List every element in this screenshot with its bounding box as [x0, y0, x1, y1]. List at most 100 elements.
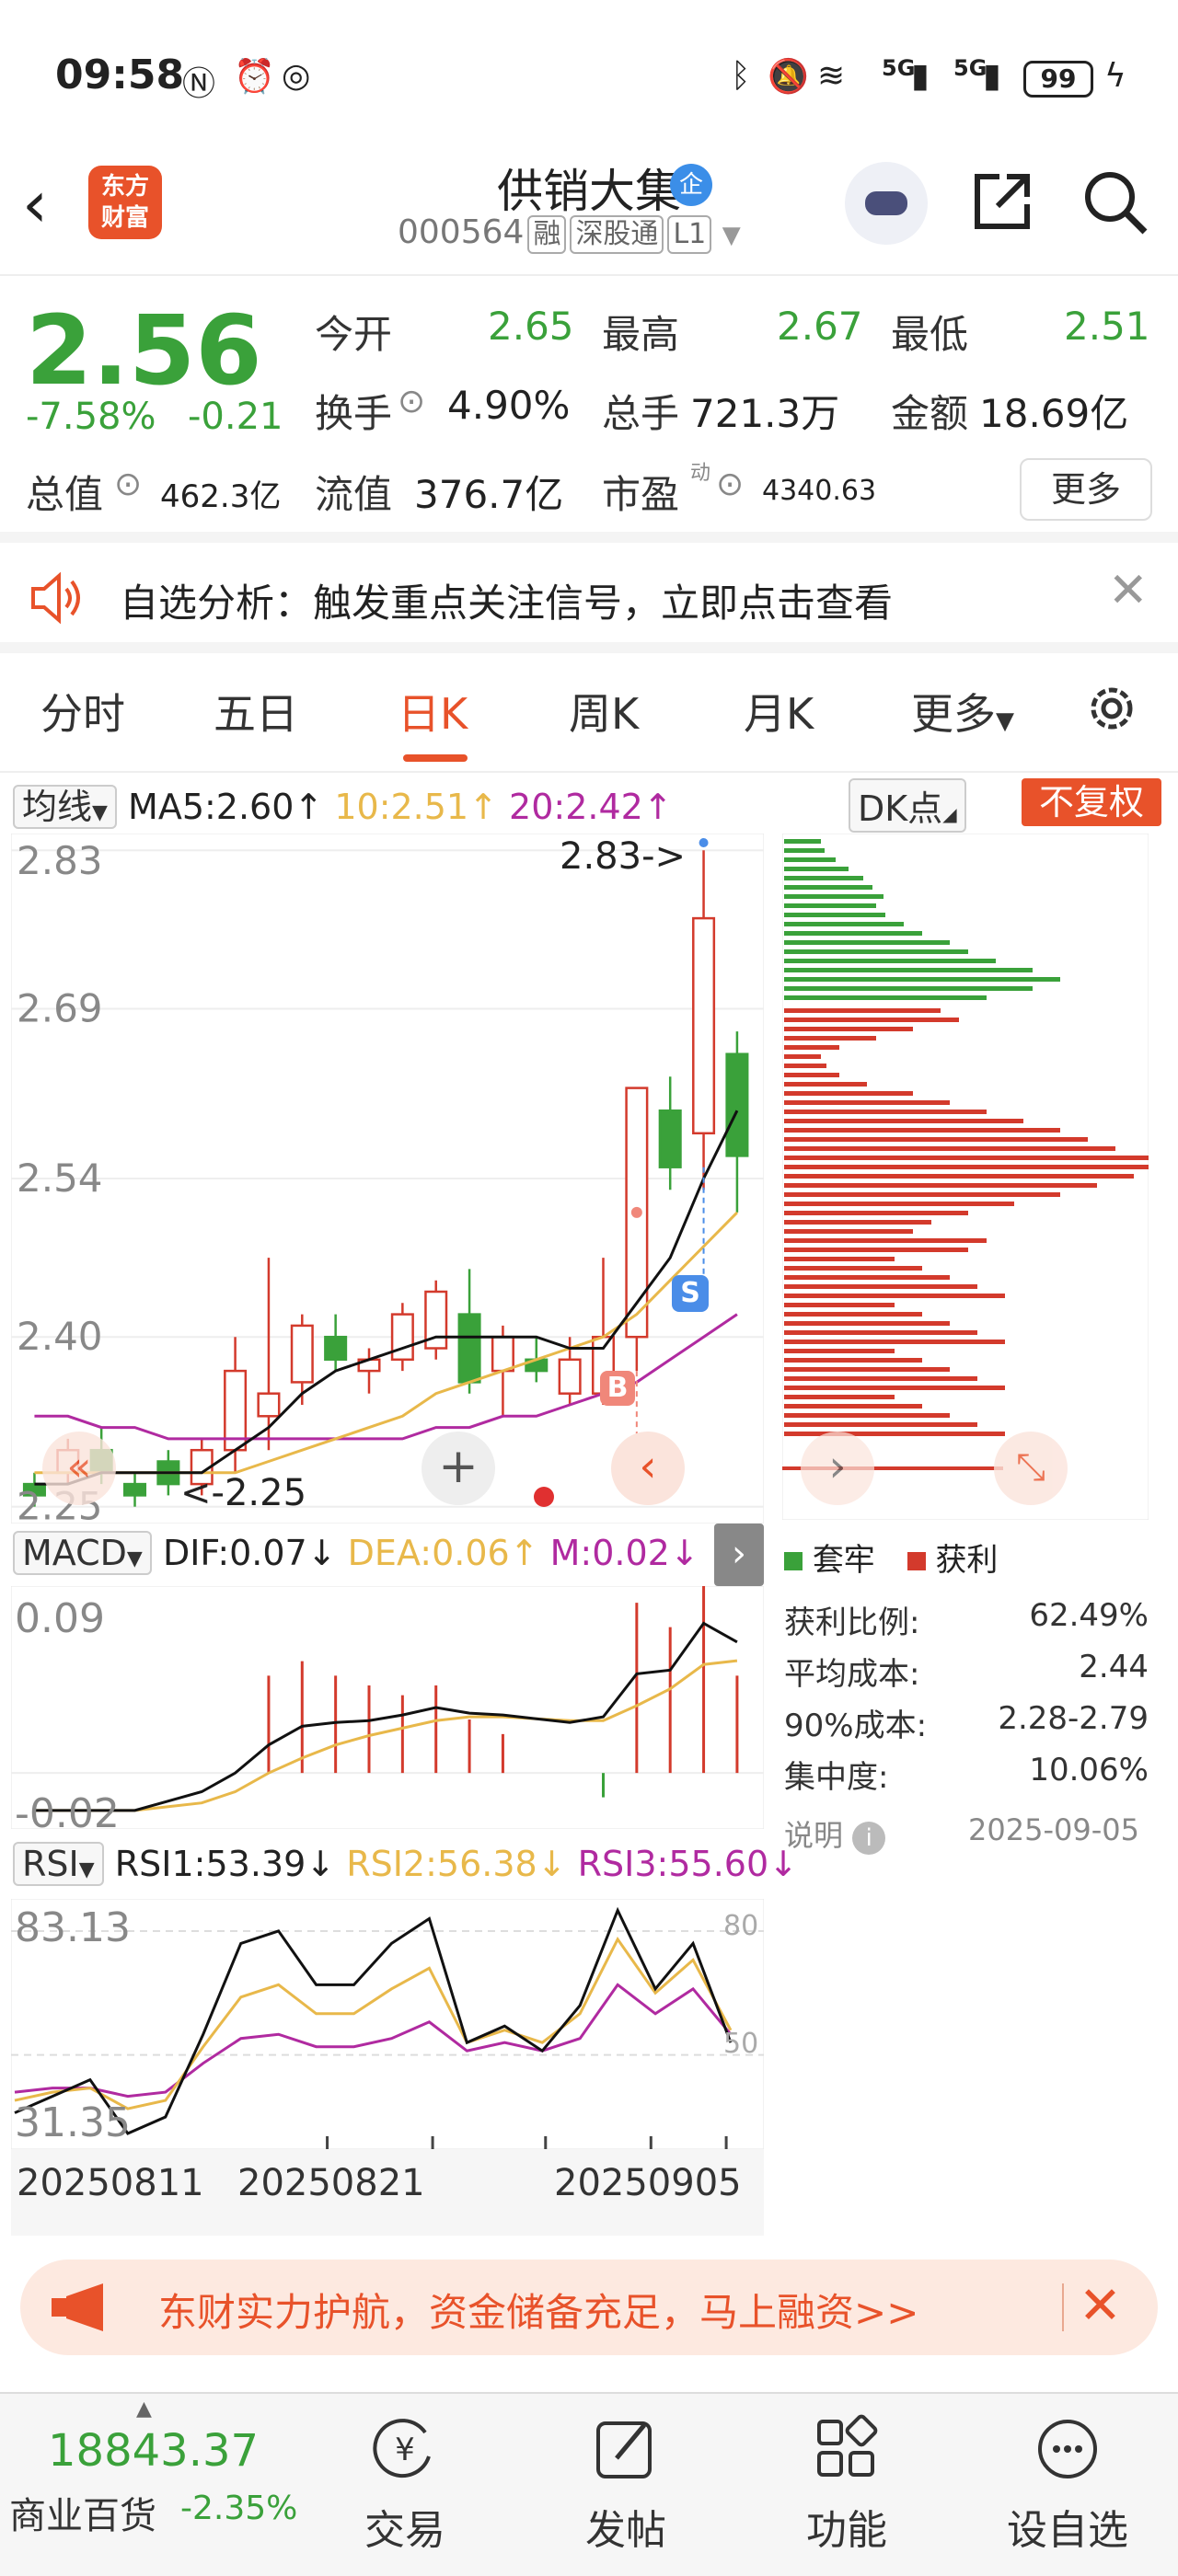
nav-functions[interactable]: 功能	[782, 2412, 911, 2556]
open-value: 2.65	[488, 304, 574, 349]
rsi-ref-50: 50	[723, 2028, 759, 2060]
assistant-robot-icon[interactable]	[845, 162, 928, 245]
adjust-toggle-button[interactable]: 不复权	[1022, 778, 1161, 826]
signal-5g-2: 5G	[953, 55, 987, 81]
info-icon[interactable]: ⊙	[398, 383, 425, 420]
zoom-in-icon[interactable]: +	[422, 1432, 495, 1505]
close-icon[interactable]: ✕	[1108, 563, 1149, 618]
sector-index-value[interactable]: 18843.37	[48, 2425, 259, 2477]
chevron-down-icon: ◢	[942, 803, 957, 825]
candle-down	[725, 1052, 749, 1157]
chip-bar-profit	[784, 1340, 1005, 1344]
trade-yen-icon: ¥	[373, 2419, 431, 2478]
tab-more[interactable]: 更多▼	[911, 681, 1014, 742]
ma-select[interactable]: 均线▼	[13, 785, 117, 829]
signal-icon: ▮	[911, 57, 930, 95]
sell-signal-badge[interactable]: S	[672, 1275, 709, 1312]
analysis-notice[interactable]: 自选分析：触发重点关注信号，立即点击查看 ✕	[0, 543, 1178, 653]
chip-bar-profit	[784, 1376, 977, 1381]
wifi-icon: ≋	[817, 57, 846, 95]
chip-bar-profit	[784, 1183, 1097, 1188]
tab-five-day[interactable]: 五日	[214, 681, 298, 742]
sector-name[interactable]: 商业百货	[9, 2486, 156, 2539]
chips-note-link[interactable]: 说明 i	[784, 1812, 886, 1855]
bluetooth-icon: ᛒ	[731, 57, 751, 95]
kline-chart[interactable]: 2.832.692.542.402.25	[11, 834, 764, 1524]
collapse-left-icon[interactable]: «	[42, 1432, 116, 1505]
tab-intraday[interactable]: 分时	[40, 681, 125, 742]
chip-bar-hold	[784, 931, 922, 936]
mute-icon: 🔕	[768, 58, 809, 96]
close-icon[interactable]: ✕	[1079, 2276, 1122, 2336]
next-indicator-icon[interactable]: ›	[714, 1524, 764, 1586]
chip-bar-profit	[784, 1238, 987, 1243]
info-icon[interactable]: ⊙	[716, 466, 744, 503]
nav-post[interactable]: 发帖	[561, 2412, 690, 2556]
rsi-select[interactable]: RSI▼	[13, 1842, 104, 1886]
chip-bar-profit	[784, 1367, 950, 1372]
market-cap-label: 总值	[26, 472, 104, 517]
open-label: 今开	[315, 312, 393, 357]
share-icon[interactable]	[968, 167, 1036, 236]
tab-monthly-k[interactable]: 月K	[744, 681, 814, 742]
m-value: M:0.02↓	[549, 1533, 699, 1573]
edit-post-icon	[596, 2421, 652, 2478]
date-label-mid: 20250821	[237, 2162, 425, 2204]
margin-financing-banner[interactable]: 东财实力护航，资金储备充足，马上融资>> ✕	[20, 2260, 1158, 2355]
chip-bar-hold	[784, 913, 885, 917]
chip-bar-hold	[784, 885, 872, 890]
sector-change: -2.35%	[180, 2490, 298, 2527]
status-bar: 09:58 Ⓝ ⏰ ◎ ᛒ 🔕 ≋ 5G ▮ 5G ▮ 99 ϟ	[0, 0, 1178, 147]
chip-bar-hold	[784, 876, 863, 880]
chips-legend: 套牢 获利	[784, 1535, 998, 1580]
search-icon[interactable]	[1079, 166, 1152, 239]
active-tab-indicator	[403, 754, 468, 762]
tab-more-label: 更多	[911, 689, 996, 739]
more-button[interactable]: 更多	[1020, 458, 1152, 521]
chip-bar-profit	[784, 1294, 1005, 1298]
date-label-end: 20250905	[554, 2162, 742, 2204]
chevron-down-icon: ▼	[996, 707, 1014, 735]
chip-bar-profit	[784, 1008, 941, 1013]
buy-signal-badge[interactable]: B	[600, 1371, 635, 1406]
ma-select-label: 均线	[22, 787, 93, 827]
profit-ratio-value: 62.49%	[1029, 1597, 1149, 1634]
chip-bar-profit	[784, 1156, 1149, 1160]
gear-icon[interactable]	[1082, 679, 1141, 738]
speaker-icon	[31, 571, 80, 625]
chip-bar-profit	[784, 1248, 968, 1252]
dk-label: DK点	[858, 788, 943, 829]
tab-daily-k[interactable]: 日K	[398, 681, 468, 742]
chip-bar-hold	[784, 995, 987, 1000]
kline-price-label: 2.54	[17, 1156, 103, 1201]
chip-bar-profit	[784, 1257, 895, 1261]
info-icon[interactable]: ⊙	[114, 466, 142, 503]
stock-code-row[interactable]: 000564 融深股通 L1 ▼	[398, 213, 741, 254]
scroll-left-icon[interactable]: ‹	[611, 1432, 685, 1505]
nav-trade[interactable]: ¥ 交易	[341, 2412, 469, 2556]
kline-price-label: 2.83	[17, 838, 103, 883]
tab-weekly-k[interactable]: 周K	[569, 681, 639, 742]
legend-hold-label: 套牢	[812, 1542, 875, 1579]
nav-add-watchlist[interactable]: 设自选	[1003, 2412, 1132, 2556]
legend-profit-label: 获利	[935, 1542, 999, 1579]
chips-next-icon[interactable]: ›	[801, 1432, 874, 1505]
chip-bar-profit	[784, 1395, 895, 1399]
chip-bar-hold	[784, 894, 884, 899]
expand-icon[interactable]: ⤡	[994, 1432, 1068, 1505]
signal-5g-1: 5G	[882, 55, 916, 81]
dk-point-select[interactable]: DK点◢	[849, 778, 966, 833]
candle-down	[457, 1313, 481, 1384]
profit-ratio-label: 获利比例:	[784, 1604, 920, 1641]
macd-select[interactable]: MACD▼	[13, 1531, 152, 1575]
chip-bar-profit	[784, 1165, 1149, 1169]
chip-bar-profit	[784, 1119, 1023, 1123]
avg-cost-label: 平均成本:	[784, 1656, 920, 1693]
candle-down	[122, 1482, 147, 1497]
low-label: 最低	[891, 312, 969, 357]
chip-bar-profit	[784, 1174, 1134, 1179]
macd-indicator-row: MACD▼ DIF:0.07↓ DEA:0.06↑ M:0.02↓	[13, 1531, 699, 1575]
macd-max-label: 0.09	[15, 1595, 105, 1642]
chip-bar-hold	[784, 903, 876, 908]
low-value: 2.51	[1064, 304, 1150, 349]
